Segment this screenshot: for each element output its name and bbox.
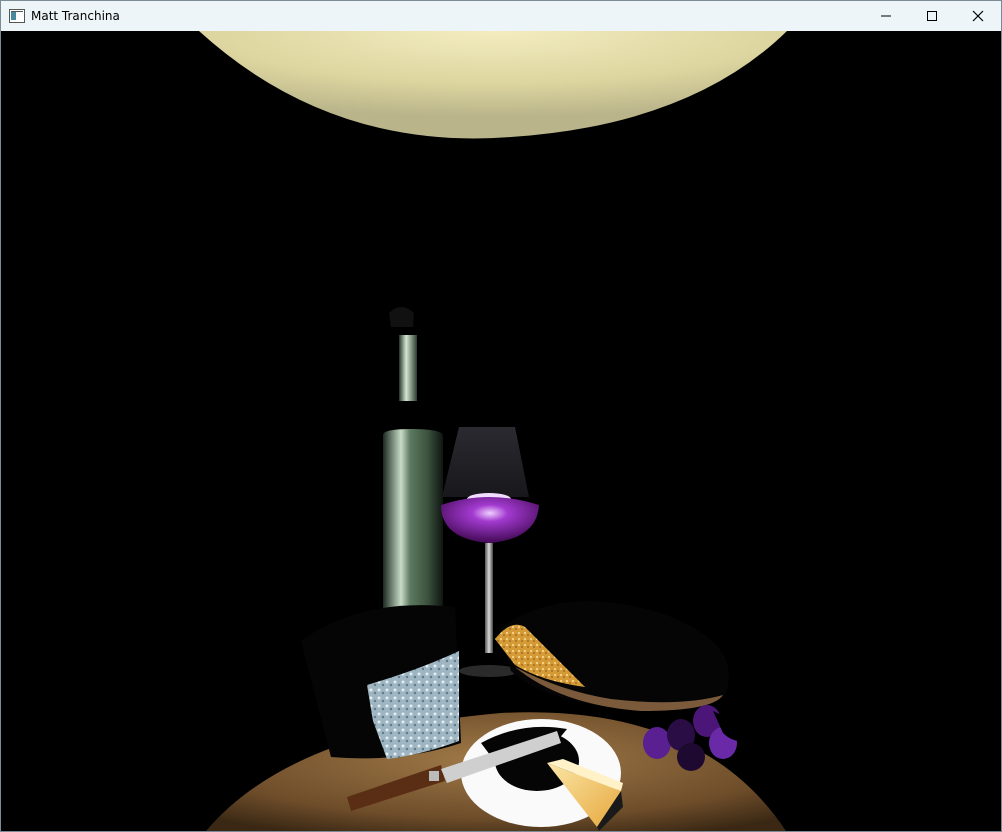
lamp-shade bbox=[442, 427, 529, 497]
minimize-button[interactable] bbox=[863, 1, 909, 31]
app-window: Matt Tranchina bbox=[0, 0, 1002, 832]
scene-canvas bbox=[199, 31, 787, 831]
render-viewport[interactable] bbox=[1, 31, 1001, 831]
maximize-button[interactable] bbox=[909, 1, 955, 31]
title-bar[interactable]: Matt Tranchina bbox=[1, 1, 1001, 31]
minimize-icon bbox=[880, 10, 892, 22]
maximize-icon bbox=[926, 10, 938, 22]
app-icon bbox=[9, 9, 25, 23]
ceiling-light bbox=[199, 31, 787, 139]
cheese-wheel bbox=[301, 605, 461, 759]
close-icon bbox=[972, 10, 984, 22]
close-button[interactable] bbox=[955, 1, 1001, 31]
bread-loaf bbox=[495, 601, 729, 711]
window-title: Matt Tranchina bbox=[31, 9, 120, 23]
wine-bottle bbox=[383, 307, 443, 611]
